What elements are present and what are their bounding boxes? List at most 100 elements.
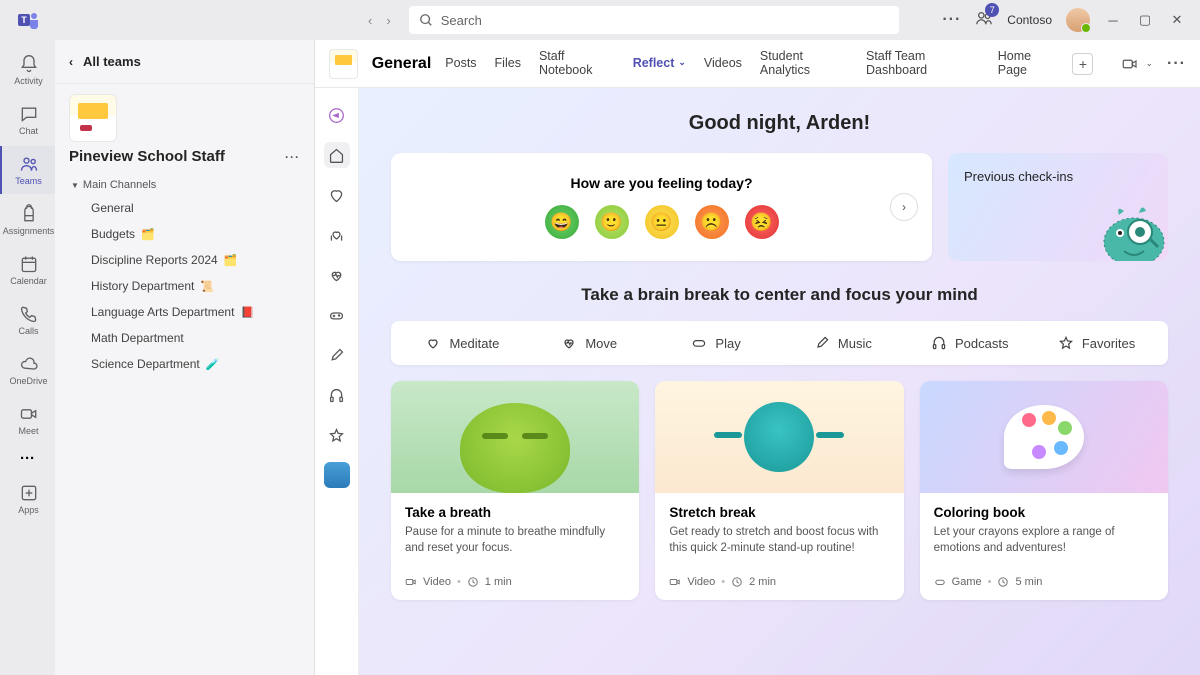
card-image: [655, 381, 903, 493]
triangle-down-icon: ▼: [71, 181, 79, 190]
gamepad-icon: [691, 335, 707, 351]
mini-games[interactable]: [324, 302, 350, 328]
calendar-icon: [19, 254, 39, 274]
tab-home[interactable]: Home Page: [998, 35, 1059, 93]
rail-more-button[interactable]: ···: [20, 450, 35, 467]
bt-podcasts[interactable]: Podcasts: [906, 331, 1033, 355]
tab-reflect[interactable]: Reflect ⌄: [633, 35, 686, 93]
tab-videos[interactable]: Videos: [704, 35, 742, 93]
hands-heart-icon: [328, 227, 345, 244]
emoji-sad[interactable]: ☹️: [695, 205, 729, 239]
video-icon: [669, 576, 681, 588]
window-close-button[interactable]: ✕: [1168, 12, 1186, 28]
channel-budgets[interactable]: Budgets🗂️: [55, 221, 314, 247]
heart-icon: [425, 335, 441, 351]
card-image: [920, 381, 1168, 493]
add-tab-button[interactable]: +: [1072, 53, 1093, 75]
chevron-left-icon: ‹: [69, 55, 73, 69]
mini-calm-app[interactable]: [324, 462, 350, 488]
headphones-icon: [328, 387, 345, 404]
emoji-very-happy[interactable]: 😄: [545, 205, 579, 239]
brain-break-tabs: Meditate Move Play Music Podcasts Favori…: [391, 321, 1168, 365]
nav-back-button[interactable]: ‹: [368, 13, 372, 28]
reflect-sidebar: [315, 88, 359, 675]
bt-favorites[interactable]: Favorites: [1033, 331, 1160, 355]
window-minimize-button[interactable]: ─: [1104, 13, 1122, 28]
emoji-angry[interactable]: 😣: [745, 205, 779, 239]
tab-analytics[interactable]: Student Analytics: [760, 35, 848, 93]
svg-text:T: T: [21, 15, 27, 25]
channel-history[interactable]: History Department📜: [55, 273, 314, 299]
teams-icon: [19, 154, 39, 174]
clock-icon: [731, 576, 743, 588]
channel-math[interactable]: Math Department: [55, 325, 314, 351]
feeling-next-button[interactable]: ›: [890, 193, 918, 221]
search-placeholder: Search: [441, 13, 482, 28]
bt-move[interactable]: Move: [526, 331, 653, 355]
team-more-button[interactable]: ···: [285, 150, 300, 164]
card-coloring-book[interactable]: Coloring bookLet your crayons explore a …: [920, 381, 1168, 600]
headphones-icon: [931, 335, 947, 351]
card-take-a-breath[interactable]: Take a breathPause for a minute to breat…: [391, 381, 639, 600]
rail-calendar[interactable]: Calendar: [0, 246, 55, 294]
channel-science[interactable]: Science Department🧪: [55, 351, 314, 377]
mini-pulse[interactable]: [324, 262, 350, 288]
tab-files[interactable]: Files: [495, 35, 521, 93]
mini-checkin[interactable]: [324, 102, 350, 128]
search-input[interactable]: Search: [409, 6, 899, 34]
bt-meditate[interactable]: Meditate: [399, 331, 526, 355]
chevron-down-icon: ⌄: [1145, 58, 1153, 69]
heart-icon: [328, 187, 345, 204]
feeling-card: How are you feeling today? 😄 🙂 😐 ☹️ 😣 ›: [391, 153, 932, 261]
notifications-button[interactable]: 7: [975, 9, 993, 32]
bt-music[interactable]: Music: [779, 331, 906, 355]
heartbeat-icon: [328, 267, 345, 284]
chevron-down-icon: ⌄: [678, 57, 686, 68]
tab-dashboard[interactable]: Staff Team Dashboard: [866, 35, 980, 93]
emoji-happy[interactable]: 🙂: [595, 205, 629, 239]
tab-notebook[interactable]: Staff Notebook: [539, 35, 615, 93]
meet-button[interactable]: ⌄: [1121, 55, 1153, 73]
rail-activity[interactable]: Activity: [0, 46, 55, 94]
mini-home[interactable]: [324, 142, 350, 168]
mini-brush[interactable]: [324, 342, 350, 368]
rail-teams[interactable]: Teams: [0, 146, 55, 194]
cloud-icon: [19, 354, 39, 374]
rail-chat[interactable]: Chat: [0, 96, 55, 144]
heartbeat-icon: [561, 335, 577, 351]
nav-forward-button[interactable]: ›: [386, 13, 390, 28]
header-more-button[interactable]: ···: [1167, 55, 1186, 73]
section-toggle[interactable]: ▼ Main Channels: [55, 175, 314, 195]
emoji-neutral[interactable]: 😐: [645, 205, 679, 239]
rail-meet[interactable]: Meet: [0, 396, 55, 444]
teams-app-icon: T: [16, 8, 40, 32]
user-avatar[interactable]: [1066, 8, 1090, 32]
more-options-button[interactable]: ···: [942, 11, 961, 29]
mini-heart[interactable]: [324, 182, 350, 208]
star-icon: [328, 427, 345, 444]
mini-star[interactable]: [324, 422, 350, 448]
bt-play[interactable]: Play: [653, 331, 780, 355]
rail-apps[interactable]: Apps: [0, 475, 55, 523]
team-name: Pineview School Staff: [69, 148, 225, 165]
channel-discipline[interactable]: Discipline Reports 2024🗂️: [55, 247, 314, 273]
gamepad-icon: [934, 576, 946, 588]
mini-headphones[interactable]: [324, 382, 350, 408]
search-icon: [419, 13, 433, 27]
backpack-icon: [19, 204, 39, 224]
window-maximize-button[interactable]: ▢: [1136, 12, 1154, 28]
previous-checkins-card[interactable]: Previous check-ins: [948, 153, 1168, 261]
tab-posts[interactable]: Posts: [445, 35, 476, 93]
brain-break-title: Take a brain break to center and focus y…: [391, 285, 1168, 305]
card-stretch-break[interactable]: Stretch breakGet ready to stretch and bo…: [655, 381, 903, 600]
mini-hug[interactable]: [324, 222, 350, 248]
channel-list: General Budgets🗂️ Discipline Reports 202…: [55, 195, 314, 377]
all-teams-button[interactable]: ‹ All teams: [55, 40, 314, 84]
channel-general[interactable]: General: [55, 195, 314, 221]
rail-assignments[interactable]: Assignments: [0, 196, 55, 244]
brush-icon: [814, 335, 830, 351]
notification-badge: 7: [985, 3, 999, 17]
rail-onedrive[interactable]: OneDrive: [0, 346, 55, 394]
rail-calls[interactable]: Calls: [0, 296, 55, 344]
channel-language-arts[interactable]: Language Arts Department📕: [55, 299, 314, 325]
